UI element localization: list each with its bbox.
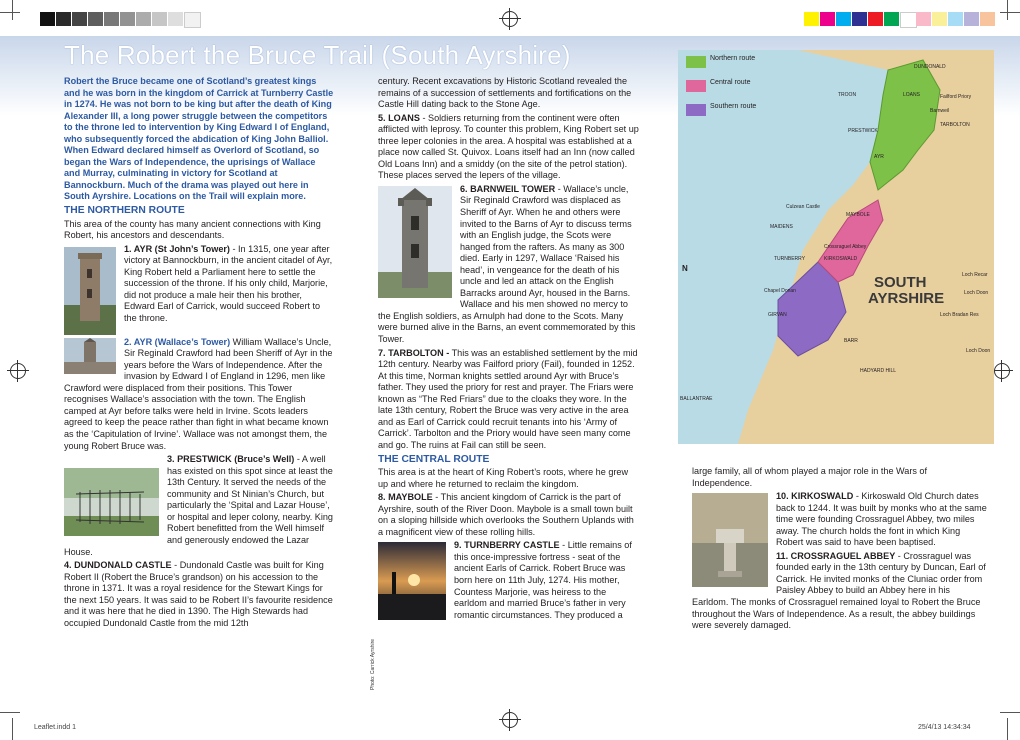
map-place: GIRVAN: [768, 312, 787, 318]
registration-mark: [7, 360, 29, 382]
registration-mark: [991, 360, 1013, 382]
northern-route-heading: THE NORTHERN ROUTE: [64, 205, 185, 217]
entry-dundonald: 4. DUNDONALD CASTLE - Dundonald Castle w…: [64, 560, 334, 629]
entry-title: 9. TURNBERRY CASTLE: [454, 540, 560, 551]
crop-mark: [1007, 718, 1008, 740]
northern-route-intro: This area of the county has many ancient…: [64, 218, 321, 241]
registration-mark: [499, 709, 521, 731]
legend-southern: Southern route: [710, 103, 757, 110]
entry-title: 3. PRESTWICK (Bruce’s Well): [167, 454, 295, 465]
entry-title: 10. KIRKOSWALD: [776, 491, 854, 502]
dundonald-continued: century. Recent excavations by Historic …: [378, 76, 632, 110]
map-place: MAIDENS: [770, 224, 793, 230]
map-place: BARR: [844, 338, 858, 344]
entry-tarbolton: 7. TARBOLTON - This was an established s…: [378, 348, 640, 452]
intro-paragraph: Robert the Bruce became one of Scotland’…: [64, 76, 334, 202]
entry-turnberry: 9. TURNBERRY CASTLE - Little remains of …: [378, 540, 640, 621]
crop-mark: [1007, 0, 1008, 20]
entry-title: 1. AYR (St John’s Tower): [124, 243, 230, 254]
map-place: Culzean Castle: [786, 204, 820, 210]
map-place: TROON: [838, 92, 857, 98]
entry-text: This was an established settlement by th…: [378, 347, 638, 450]
entry-text: - Little remains of this once-impressive…: [454, 540, 632, 620]
map-place: Chapel Donan: [764, 288, 796, 294]
crop-mark: [12, 0, 13, 20]
column-2: century. Recent excavations by Historic …: [378, 76, 640, 623]
map-place: TARBOLTON: [940, 122, 970, 128]
entry-text: - Dundonald Castle was built for King Ro…: [64, 560, 333, 628]
map-place: MAYBOLE: [846, 212, 870, 218]
map-place: Loch Recar: [962, 272, 988, 278]
entry-text: - In 1315, one year after victory at Ban…: [124, 243, 333, 323]
central-route-intro: This area is at the heart of King Robert…: [378, 467, 629, 489]
entry-barnweil: 6. BARNWEIL TOWER - Wallace’s uncle, Sir…: [378, 184, 640, 346]
map-place: DUNDONALD: [914, 64, 946, 70]
entry-kirkoswald: 10. KIRKOSWALD - Kirkoswald Old Church d…: [692, 491, 988, 588]
map-place: Crossraguel Abbey: [824, 244, 867, 250]
page-title: The Robert the Bruce Trail (South Ayrshi…: [64, 40, 571, 70]
map-place: HADYARD HILL: [860, 368, 897, 374]
legend-northern: Northern route: [710, 55, 756, 62]
entry-title: 4. DUNDONALD CASTLE: [64, 560, 172, 571]
turnberry-continued: large family, all of whom played a major…: [692, 466, 928, 488]
map-place: Loch Bradan Res: [940, 312, 979, 318]
crop-mark: [1000, 12, 1020, 13]
entry-loans: 5. LOANS - Soldiers returning from the c…: [378, 113, 640, 182]
turnberry-sunset-photo: [378, 542, 446, 621]
north-arrow: N: [682, 264, 688, 273]
entry-title: 2. AYR (Wallace’s Tower): [124, 336, 231, 347]
photo-credit: Photo: Carrick Ayrshire: [370, 638, 376, 690]
map-place: AYR: [874, 154, 884, 160]
entry-title: 7. TARBOLTON -: [378, 347, 450, 358]
entry-ayr-st-johns: 1. AYR (St John’s Tower) - In 1315, one …: [64, 243, 334, 335]
map-place: PRESTWICK: [848, 128, 878, 134]
map-place: TURNBERRY: [774, 256, 806, 262]
footer-timestamp: 25/4/13 14:34:34: [918, 724, 971, 731]
st-johns-tower-photo: [64, 246, 116, 335]
entry-ayr-wallace: 2. AYR (Wallace’s Tower) William Wallace…: [64, 337, 334, 452]
crop-mark: [12, 718, 13, 740]
kirkoswald-font-photo: [692, 493, 768, 588]
entry-title: 6. BARNWEIL TOWER: [460, 183, 556, 194]
bruces-well-photo: [64, 468, 159, 537]
entry-title: 11. CROSSRAGUEL ABBEY: [776, 550, 896, 561]
legend-central: Central route: [710, 79, 751, 86]
column-3: large family, all of whom played a major…: [692, 466, 988, 634]
column-1: Robert the Bruce became one of Scotland’…: [64, 76, 334, 631]
map-place: Loch Doon: [966, 348, 991, 354]
route-map: Northern route Central route Southern ro…: [678, 50, 994, 444]
region-label-south: SOUTH: [874, 274, 927, 291]
barnweil-tower-photo: [378, 185, 452, 298]
registration-mark: [499, 8, 521, 30]
entry-maybole: 8. MAYBOLE - This ancient kingdom of Car…: [378, 492, 640, 538]
map-place: Barnweil: [930, 108, 950, 114]
map-place: BALLANTRAE: [680, 396, 713, 402]
central-route-heading: THE CENTRAL ROUTE: [378, 453, 490, 465]
entry-title: 8. MAYBOLE: [378, 492, 433, 503]
crop-mark: [0, 712, 20, 713]
region-label-ayrshire: AYRSHIRE: [868, 290, 945, 307]
entry-prestwick: 3. PRESTWICK (Bruce’s Well) - A well has…: [64, 454, 334, 558]
map-place: Failford Priory: [940, 94, 972, 100]
crop-mark: [0, 12, 20, 13]
wallace-tower-photo: [64, 337, 116, 374]
map-place: KIRKOSWALD: [824, 256, 858, 262]
map-place: LOANS: [903, 92, 920, 98]
map-place: Loch Doon: [964, 290, 989, 296]
crop-mark: [1000, 712, 1020, 713]
footer-filename: Leaflet.indd 1: [34, 724, 77, 731]
entry-title: 5. LOANS: [378, 112, 420, 123]
